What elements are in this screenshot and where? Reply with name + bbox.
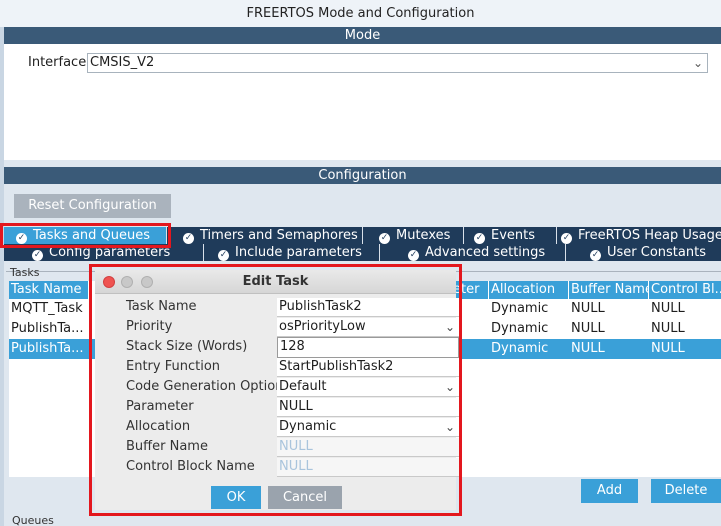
column-header-allocation[interactable]: Allocation (489, 281, 569, 299)
control-cell: NULL (651, 301, 685, 316)
tab-label: Advanced settings (425, 245, 546, 260)
entry-function-label: Entry Function (126, 359, 221, 374)
control-block-name-field: NULL (277, 458, 459, 477)
dialog-body: Edit Task Task Name PublishTask2 Priorit… (95, 270, 459, 510)
ok-button[interactable]: OK (211, 486, 261, 509)
code-generation-select[interactable]: Default ⌄ (277, 378, 459, 397)
allocation-cell: Dynamic (491, 341, 549, 356)
tab-user-constants[interactable]: ✓ User Constants (566, 244, 721, 261)
parameter-field[interactable]: NULL (277, 398, 459, 417)
add-task-button[interactable]: Add (581, 479, 638, 503)
mode-header: Mode (4, 27, 721, 44)
control-cell: NULL (651, 321, 685, 336)
interface-label: Interface (28, 55, 87, 70)
interface-select[interactable]: CMSIS_V2 ⌄ (87, 53, 708, 73)
tab-label: User Constants (607, 245, 706, 260)
interface-value: CMSIS_V2 (90, 55, 155, 70)
tasks-legend: Tasks (10, 266, 40, 279)
chevron-down-icon: ⌄ (444, 420, 455, 434)
buffer-name-label: Buffer Name (126, 439, 208, 454)
check-circle-icon: ✓ (474, 233, 485, 244)
task-name-cell: MQTT_Task (11, 301, 83, 316)
allocation-label: Allocation (126, 419, 191, 434)
reset-configuration-button[interactable]: Reset Configuration (14, 194, 171, 218)
tab-freertos-heap-usage[interactable]: ✓ FreeRTOS Heap Usage (557, 227, 721, 244)
chevron-down-icon: ⌄ (444, 320, 455, 334)
configuration-header: Configuration (4, 167, 721, 184)
edit-task-dialog: Edit Task Task Name PublishTask2 Priorit… (89, 264, 462, 516)
queues-legend: Queues (12, 514, 54, 526)
tab-label: Events (491, 228, 536, 243)
entry-function-field[interactable]: StartPublishTask2 (277, 358, 459, 377)
buffer-cell: NULL (571, 321, 605, 336)
stack-size-label: Stack Size (Words) (126, 339, 248, 354)
tab-mutexes[interactable]: ✓ Mutexes (363, 227, 464, 244)
tab-label: Mutexes (396, 228, 451, 243)
tab-label: FreeRTOS Heap Usage (578, 228, 721, 243)
delete-task-button[interactable]: Delete (651, 479, 721, 503)
control-block-name-label: Control Block Name (126, 459, 255, 474)
allocation-value: Dynamic (279, 419, 337, 434)
code-generation-label: Code Generation Option (126, 379, 284, 394)
task-name-field[interactable]: PublishTask2 (277, 298, 459, 317)
buffer-cell: NULL (571, 301, 605, 316)
task-name-label: Task Name (126, 299, 197, 314)
check-circle-icon: ✓ (379, 233, 390, 244)
task-name-cell: PublishTa... (11, 341, 84, 356)
priority-select[interactable]: osPriorityLow ⌄ (277, 318, 459, 337)
column-header-buffer-name[interactable]: Buffer Name (569, 281, 649, 299)
buffer-name-field: NULL (277, 438, 459, 457)
parameter-label: Parameter (126, 399, 194, 414)
column-header-task-name[interactable]: Task Name (9, 281, 89, 299)
control-cell: NULL (651, 341, 685, 356)
chevron-down-icon: ⌄ (444, 380, 455, 394)
tab-label: Include parameters (235, 245, 362, 260)
tab-label: Timers and Semaphores (200, 228, 358, 243)
buffer-cell: NULL (571, 341, 605, 356)
allocation-cell: Dynamic (491, 301, 549, 316)
window-title: FREERTOS Mode and Configuration (0, 0, 721, 27)
tab-timers-and-semaphores[interactable]: ✓ Timers and Semaphores (167, 227, 363, 244)
allocation-cell: Dynamic (491, 321, 549, 336)
priority-value: osPriorityLow (279, 319, 366, 334)
check-circle-icon: ✓ (408, 250, 419, 261)
check-circle-icon: ✓ (218, 250, 229, 261)
highlight-box-tab (0, 223, 171, 248)
code-generation-value: Default (279, 379, 327, 394)
column-header-control-block[interactable]: Control Bl... (649, 281, 721, 299)
cancel-button[interactable]: Cancel (268, 486, 342, 509)
tab-advanced-settings[interactable]: ✓ Advanced settings (380, 244, 566, 261)
chevron-down-icon: ⌄ (692, 56, 703, 70)
task-name-cell: PublishTa... (11, 321, 84, 336)
check-circle-icon: ✓ (590, 250, 601, 261)
tab-include-parameters[interactable]: ✓ Include parameters (204, 244, 380, 261)
check-circle-icon: ✓ (32, 250, 43, 261)
allocation-select[interactable]: Dynamic ⌄ (277, 418, 459, 437)
check-circle-icon: ✓ (183, 233, 194, 244)
check-circle-icon: ✓ (561, 233, 572, 244)
tab-events[interactable]: ✓ Events (464, 227, 557, 244)
maximize-icon[interactable] (141, 276, 153, 288)
priority-label: Priority (126, 319, 173, 334)
close-icon[interactable] (103, 276, 115, 288)
minimize-icon[interactable] (121, 276, 133, 288)
stack-size-input[interactable]: 128 (277, 337, 459, 358)
